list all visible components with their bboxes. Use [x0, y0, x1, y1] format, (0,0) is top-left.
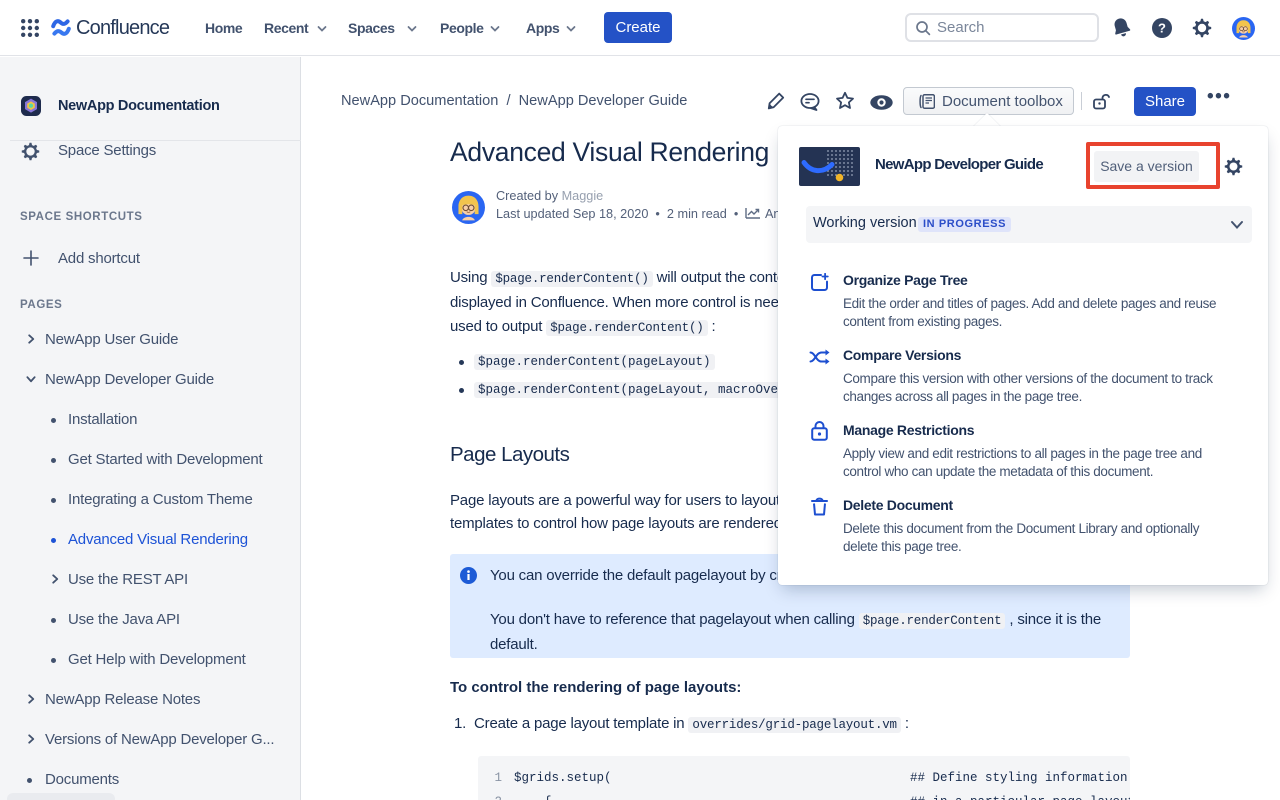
- svg-text:?: ?: [1158, 21, 1166, 36]
